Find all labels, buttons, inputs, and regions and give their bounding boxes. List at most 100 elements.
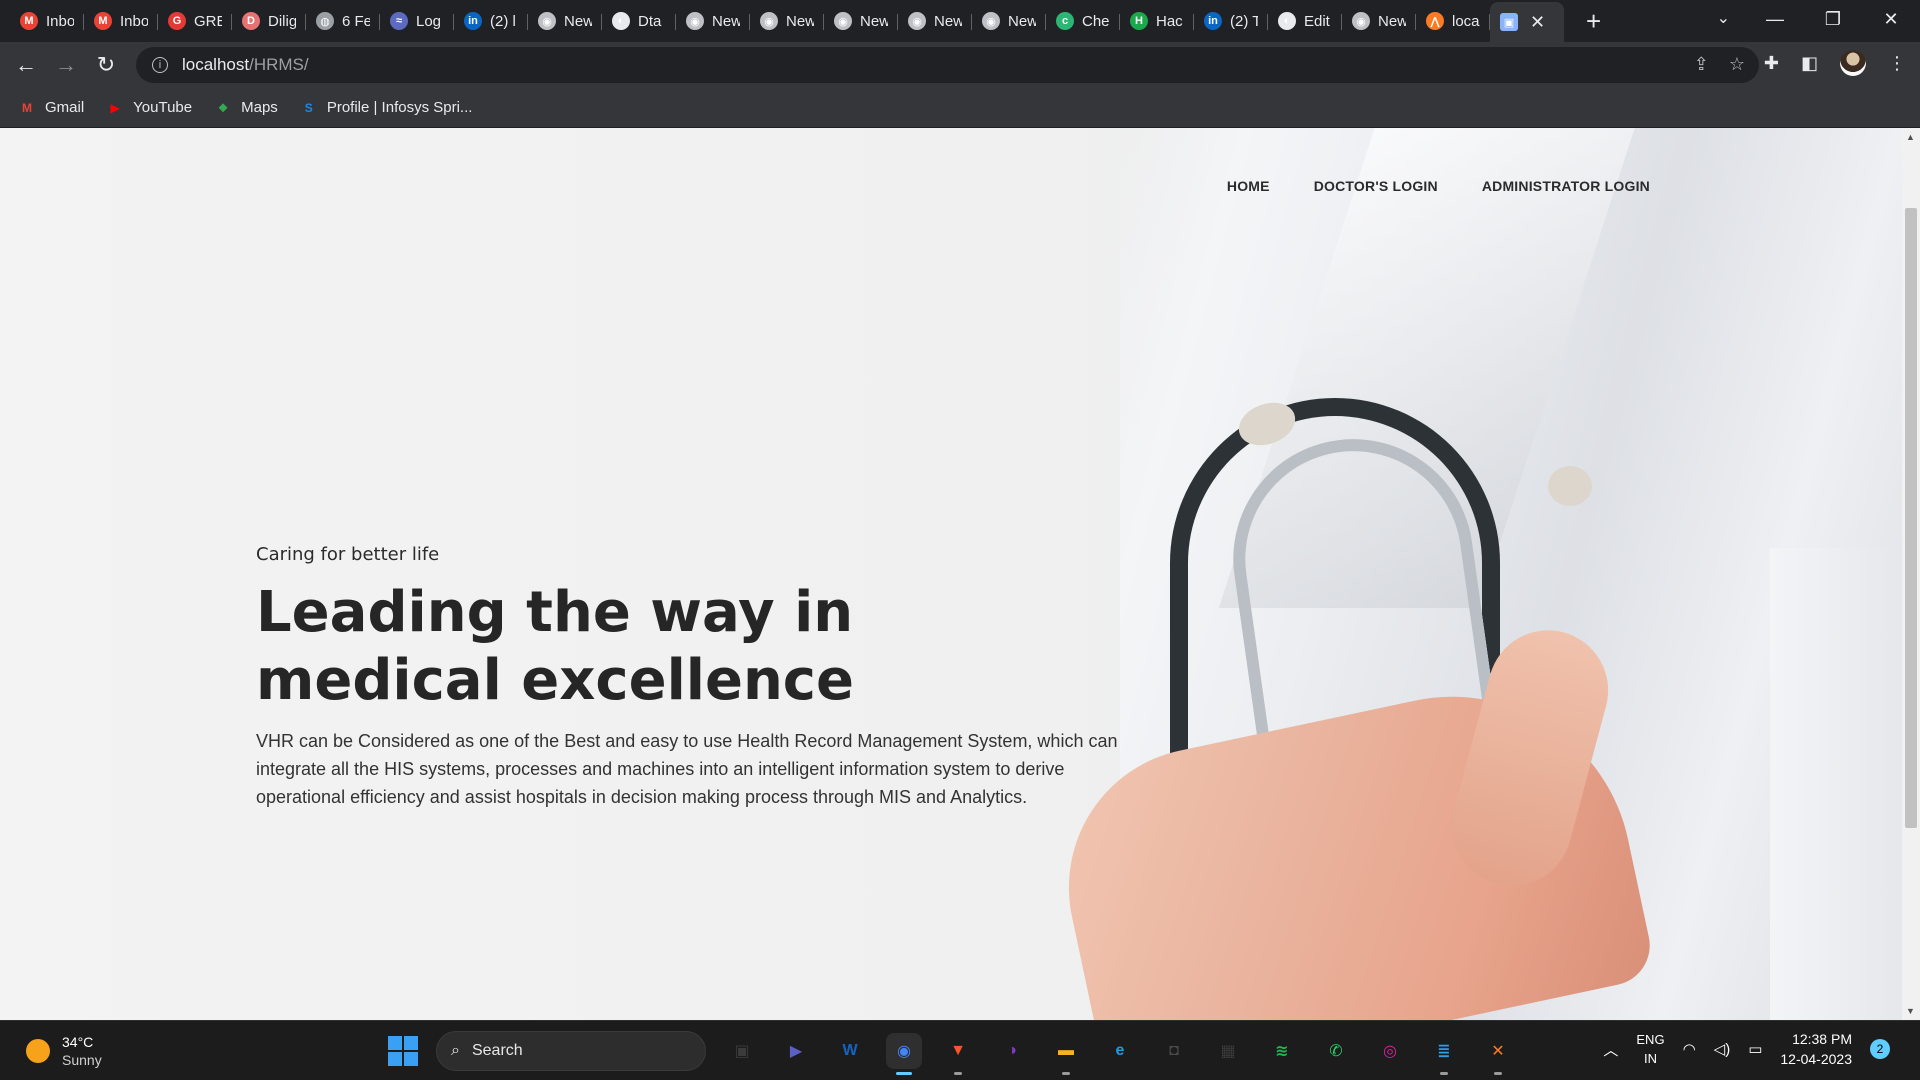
address-bar[interactable]: i localhost/HRMS/ ⇪ ☆ [136, 47, 1759, 83]
notepad-icon[interactable]: ≣ [1426, 1033, 1462, 1075]
store-icon[interactable]: ▦ [1210, 1033, 1246, 1069]
browser-tab[interactable]: ◉ New [1342, 4, 1416, 38]
browser-menu-icon[interactable]: ⋮ [1888, 53, 1906, 74]
page-scrollbar[interactable]: ▲ ▼ [1902, 128, 1920, 1020]
bookmark-label: YouTube [133, 99, 193, 116]
browser-tab[interactable]: M Inbox [10, 4, 84, 38]
browser-tab[interactable]: G GRE [158, 4, 232, 38]
clock-time: 12:38 PM [1792, 1031, 1852, 1047]
spotify-icon[interactable]: ≋ [1264, 1033, 1300, 1069]
search-icon: ⌕ [451, 1042, 460, 1059]
close-window-icon[interactable]: ✕ [1862, 9, 1920, 30]
task-view-icon[interactable]: ▣ [724, 1033, 760, 1069]
tab-title: loca [1452, 12, 1480, 30]
browser-tab[interactable]: ◉ New [676, 4, 750, 38]
browser-tab[interactable]: ◉ New [972, 4, 1046, 38]
scroll-up-arrow-icon[interactable]: ▲ [1906, 132, 1915, 142]
browser-tab[interactable]: ◉ New [898, 4, 972, 38]
tab-title: New [1008, 12, 1036, 30]
chrome-icon[interactable]: ◉ [886, 1033, 922, 1075]
instagram-icon[interactable]: ◎ [1372, 1033, 1408, 1069]
wifi-icon[interactable]: ◠ [1683, 1040, 1696, 1058]
tab-title: 6 Fe [342, 12, 370, 30]
hero-text: Caring for better life Leading the way i… [256, 544, 1156, 811]
taskbar-search[interactable]: ⌕ Search [436, 1031, 706, 1071]
tab-title: Log [416, 12, 442, 30]
app-w-icon[interactable]: W [832, 1033, 868, 1069]
forward-arrow-icon[interactable]: → [46, 45, 86, 85]
tab-title: Inbox [120, 12, 148, 30]
browser-tab[interactable]: H Hac [1120, 4, 1194, 38]
browser-tab[interactable]: ◉ New [528, 4, 602, 38]
chegg-icon: c [1056, 12, 1074, 30]
tab-title: Dilig [268, 12, 296, 30]
taskbar-apps: ⌕ Search ▣ ▶ W ◉ ▼ ◑ ▬ e ◘ ▦ ≋ ✆ ◎ ≣ ✕ [388, 1031, 1516, 1075]
notification-badge[interactable]: 2 [1870, 1039, 1890, 1059]
browser-tab[interactable]: in (2) l [454, 4, 528, 38]
file-explorer-icon[interactable]: ▬ [1048, 1033, 1084, 1075]
xampp-icon[interactable]: ✕ [1480, 1033, 1516, 1075]
browser-tab[interactable]: in (2) T [1194, 4, 1268, 38]
browser-tab[interactable]: ◐ Edit [1268, 4, 1342, 38]
system-tray: ︿ ENG IN ◠ ◁) ▭ 12:38 PM 12-04-2023 2 [1603, 1029, 1890, 1069]
edge-icon[interactable]: e [1102, 1033, 1138, 1069]
browser-tab[interactable]: D Dilig [232, 4, 306, 38]
tab-title: GRE [194, 12, 222, 30]
new-tab-button[interactable]: + [1586, 8, 1601, 34]
bookmark-item[interactable]: ▶ YouTube [106, 99, 193, 116]
bookmark-item[interactable]: S Profile | Infosys Spri... [300, 99, 473, 116]
restore-icon[interactable]: ❐ [1804, 9, 1862, 30]
active-tab[interactable]: ▣ ✕ [1490, 2, 1564, 42]
browser-tab[interactable]: M Inbox [84, 4, 158, 38]
browser-tab[interactable]: ≈ Log [380, 4, 454, 38]
nav-admin-login-link[interactable]: ADMINISTRATOR LOGIN [1482, 178, 1650, 194]
extensions-puzzle-icon[interactable]: ✚ [1764, 53, 1779, 74]
bookmark-label: Gmail [45, 99, 85, 116]
scrollbar-thumb[interactable] [1905, 208, 1917, 828]
tab-title: New [712, 12, 740, 30]
volume-icon[interactable]: ◁) [1714, 1040, 1731, 1058]
language-indicator[interactable]: ENG IN [1636, 1030, 1664, 1068]
windows-start-icon[interactable] [388, 1036, 418, 1066]
browser-tab[interactable]: c Che [1046, 4, 1120, 38]
nav-doctor-login-link[interactable]: DOCTOR'S LOGIN [1314, 178, 1438, 194]
maps-icon: ⬥ [218, 100, 228, 114]
tab-search-icon[interactable]: ⌄ [1717, 8, 1730, 28]
browser-tab[interactable]: ◉ New [824, 4, 898, 38]
browser-tab[interactable]: ◐ Dta [602, 4, 676, 38]
weather-widget[interactable]: 34°C Sunny [26, 1033, 102, 1069]
coat-sleeve-image [1770, 548, 1920, 1020]
battery-icon[interactable]: ▭ [1748, 1040, 1762, 1058]
back-arrow-icon[interactable]: ← [6, 45, 46, 85]
chevron-up-icon[interactable]: ︿ [1603, 1039, 1618, 1060]
profile-avatar[interactable] [1840, 50, 1866, 76]
browser-tab[interactable]: ◉ New [750, 4, 824, 38]
bookmark-item[interactable]: ⬥ Maps [214, 99, 278, 116]
brave-icon[interactable]: ▼ [940, 1033, 976, 1075]
tab-title: Dta [638, 12, 662, 30]
gre-icon: G [168, 12, 186, 30]
close-tab-icon[interactable]: ✕ [1530, 12, 1545, 33]
address-url[interactable]: localhost/HRMS/ [182, 55, 309, 75]
bookmark-item[interactable]: M Gmail [18, 99, 84, 116]
scroll-down-arrow-icon[interactable]: ▼ [1906, 1006, 1915, 1016]
chrome-icon: ◉ [686, 12, 704, 30]
whatsapp-icon[interactable]: ✆ [1318, 1033, 1354, 1069]
gmail-icon: M [94, 12, 112, 30]
site-info-icon[interactable]: i [152, 57, 168, 73]
nav-home-link[interactable]: HOME [1227, 178, 1270, 194]
browser-tab[interactable]: ◍ 6 Fe [306, 4, 380, 38]
teams-chat-icon[interactable]: ▶ [778, 1033, 814, 1069]
camera-icon[interactable]: ◘ [1156, 1033, 1192, 1069]
side-panel-icon[interactable]: ◧ [1801, 53, 1818, 74]
hero-tagline: Caring for better life [256, 544, 440, 565]
share-icon[interactable]: ⇪ [1694, 54, 1709, 75]
globe-icon: ◍ [316, 12, 334, 30]
browser-tab[interactable]: ⋀ loca [1416, 4, 1490, 38]
tor-icon[interactable]: ◑ [994, 1033, 1030, 1069]
stethoscope-earpiece-image [1548, 466, 1592, 506]
clock[interactable]: 12:38 PM 12-04-2023 [1780, 1029, 1852, 1069]
minimize-icon[interactable]: — [1746, 9, 1804, 30]
reload-icon[interactable]: ↻ [86, 45, 126, 85]
bookmark-star-icon[interactable]: ☆ [1729, 54, 1745, 75]
